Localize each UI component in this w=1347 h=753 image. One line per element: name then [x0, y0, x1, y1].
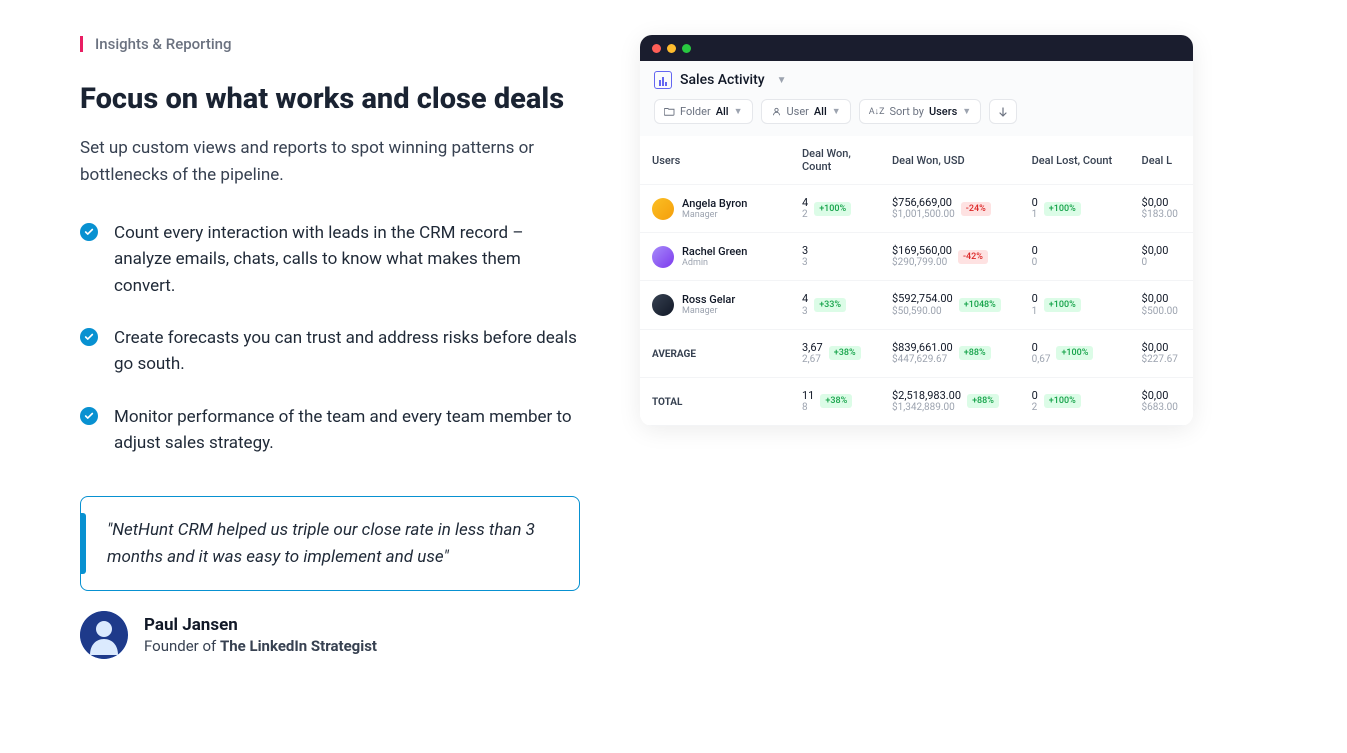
change-badge: +88%: [967, 394, 999, 408]
value-cell: $592,754.00$50,590.00+1048%: [880, 281, 1020, 329]
value-cell: 3,672,67+38%: [790, 329, 880, 377]
caret-icon: ▼: [832, 106, 841, 117]
value-cell: $2,518,983.00$1,342,889.00+88%: [880, 377, 1020, 425]
bullet-item: Create forecasts you can trust and addre…: [80, 325, 580, 378]
maximize-dot[interactable]: [682, 44, 691, 53]
value-cell: $0,00$683.00: [1130, 377, 1193, 425]
bullet-text: Create forecasts you can trust and addre…: [114, 325, 580, 378]
data-table: Users Deal Won, Count Deal Won, USD Deal…: [640, 136, 1193, 426]
value-cell: 02+100%: [1020, 377, 1130, 425]
change-badge: +33%: [814, 298, 846, 312]
user-filter[interactable]: User All ▼: [761, 99, 851, 124]
change-badge: +100%: [1044, 394, 1081, 408]
summary-label: TOTAL: [640, 377, 790, 425]
value-cell: 43+33%: [790, 281, 880, 329]
caret-icon: ▼: [962, 106, 971, 117]
value-cell: $0,00$227.67: [1130, 329, 1193, 377]
author-name: Paul Jansen: [144, 615, 377, 635]
check-icon: [80, 407, 98, 425]
app-header: Sales Activity ▼: [640, 61, 1193, 99]
summary-row: AVERAGE3,672,67+38%$839,661.00$447,629.6…: [640, 329, 1193, 377]
quote-accent: [81, 513, 86, 574]
title-caret-icon[interactable]: ▼: [777, 75, 787, 86]
value-cell: $0,000: [1130, 233, 1193, 281]
value-cell: 01+100%: [1020, 281, 1130, 329]
minimize-dot[interactable]: [667, 44, 676, 53]
eyebrow-text: Insights & Reporting: [95, 35, 232, 53]
folder-icon: [664, 107, 675, 116]
col-lost-usd[interactable]: Deal L: [1130, 136, 1193, 185]
value-cell: $839,661.00$447,629.67+88%: [880, 329, 1020, 377]
subhead: Set up custom views and reports to spot …: [80, 135, 580, 188]
bullet-item: Monitor performance of the team and ever…: [80, 404, 580, 457]
change-badge: +100%: [1044, 298, 1081, 312]
user-avatar: [652, 246, 674, 268]
change-badge: +38%: [820, 394, 852, 408]
app-title: Sales Activity: [680, 72, 765, 88]
change-badge: +100%: [814, 202, 851, 216]
value-cell: 118+38%: [790, 377, 880, 425]
bullet-text: Monitor performance of the team and ever…: [114, 404, 580, 457]
change-badge: +100%: [1044, 202, 1081, 216]
check-icon: [80, 223, 98, 241]
user-avatar: [652, 198, 674, 220]
change-badge: +38%: [829, 346, 861, 360]
user-cell: Angela ByronManager: [640, 185, 790, 233]
sort-direction-button[interactable]: [989, 99, 1017, 124]
bullet-item: Count every interaction with leads in th…: [80, 220, 580, 299]
headline: Focus on what works and close deals: [80, 81, 580, 117]
close-dot[interactable]: [652, 44, 661, 53]
value-cell: $0,00$500.00: [1130, 281, 1193, 329]
folder-filter[interactable]: Folder All ▼: [654, 99, 753, 124]
table-row[interactable]: Angela ByronManager42+100%$756,669,00$1,…: [640, 185, 1193, 233]
caret-icon: ▼: [734, 106, 743, 117]
quote-box: "NetHunt CRM helped us triple our close …: [80, 496, 580, 591]
user-cell: Ross GelarManager: [640, 281, 790, 329]
summary-label: AVERAGE: [640, 329, 790, 377]
change-badge: +1048%: [959, 298, 1001, 312]
col-users[interactable]: Users: [640, 136, 790, 185]
author-role: Founder of The LinkedIn Strategist: [144, 637, 377, 655]
value-cell: $0,00$183.00: [1130, 185, 1193, 233]
bullet-list: Count every interaction with leads in th…: [80, 220, 580, 456]
value-cell: 42+100%: [790, 185, 880, 233]
col-won-count[interactable]: Deal Won, Count: [790, 136, 880, 185]
value-cell: 00,67+100%: [1020, 329, 1130, 377]
change-badge: +88%: [959, 346, 991, 360]
eyebrow-accent: [80, 36, 83, 52]
table-row[interactable]: Ross GelarManager43+33%$592,754.00$50,59…: [640, 281, 1193, 329]
table-header-row: Users Deal Won, Count Deal Won, USD Deal…: [640, 136, 1193, 185]
check-icon: [80, 328, 98, 346]
user-cell: Rachel GreenAdmin: [640, 233, 790, 281]
value-cell: 00: [1020, 233, 1130, 281]
value-cell: 01+100%: [1020, 185, 1130, 233]
summary-row: TOTAL118+38%$2,518,983.00$1,342,889.00+8…: [640, 377, 1193, 425]
quote-text: "NetHunt CRM helped us triple our close …: [107, 517, 553, 570]
col-lost-count[interactable]: Deal Lost, Count: [1020, 136, 1130, 185]
filter-bar: Folder All ▼ User All ▼ A↓Z Sort by User…: [640, 99, 1193, 136]
change-badge: +100%: [1056, 346, 1093, 360]
attribution: Paul Jansen Founder of The LinkedIn Stra…: [80, 611, 580, 659]
eyebrow: Insights & Reporting: [80, 35, 580, 53]
table-row[interactable]: Rachel GreenAdmin33$169,560,00$290,799.0…: [640, 233, 1193, 281]
value-cell: 33: [790, 233, 880, 281]
app-window: Sales Activity ▼ Folder All ▼ User All ▼: [640, 35, 1193, 426]
arrow-down-icon: [998, 107, 1008, 117]
value-cell: $169,560,00$290,799.00-42%: [880, 233, 1020, 281]
sort-filter[interactable]: A↓Z Sort by Users ▼: [859, 99, 981, 124]
bullet-text: Count every interaction with leads in th…: [114, 220, 580, 299]
col-won-usd[interactable]: Deal Won, USD: [880, 136, 1020, 185]
user-icon: [771, 107, 782, 116]
chart-icon: [654, 71, 672, 89]
titlebar: [640, 35, 1193, 61]
author-avatar: [80, 611, 128, 659]
sort-az-icon: A↓Z: [869, 106, 885, 117]
user-avatar: [652, 294, 674, 316]
change-badge: -42%: [958, 250, 988, 264]
value-cell: $756,669,00$1,001,500.00-24%: [880, 185, 1020, 233]
change-badge: -24%: [961, 202, 991, 216]
